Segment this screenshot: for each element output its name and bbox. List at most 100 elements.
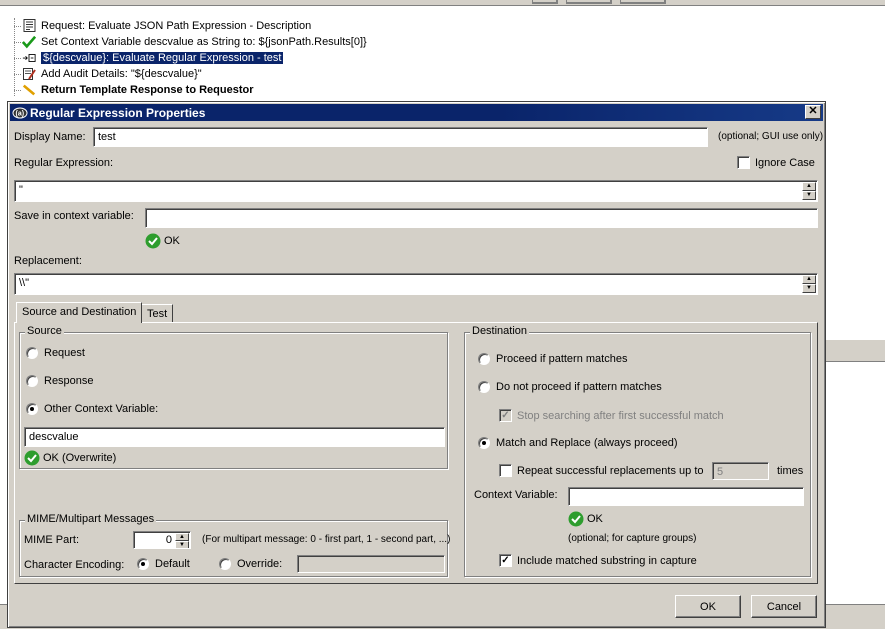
green-check-icon — [22, 35, 36, 49]
down-arrow-icon[interactable]: ▼ — [175, 541, 189, 548]
toolbar-button[interactable] — [566, 0, 612, 4]
radio-circle[interactable] — [478, 353, 490, 365]
stepper-buttons[interactable]: ▲ ▼ — [175, 533, 189, 548]
mime-part-stepper[interactable]: 0 ▲ ▼ — [133, 531, 191, 549]
tree-item-label: Request: Evaluate JSON Path Expression -… — [41, 19, 312, 32]
dialog-titlebar[interactable]: (a) Regular Expression Properties ✕ — [10, 104, 823, 121]
radio-circle[interactable] — [478, 381, 490, 393]
tree-item-set-context[interactable]: Set Context Variable descvalue as String… — [22, 34, 367, 49]
tree-item-label: Set Context Variable descvalue as String… — [41, 35, 367, 48]
regex-properties-dialog: (a) Regular Expression Properties ✕ Disp… — [7, 101, 826, 628]
regex-icon: (a) — [12, 107, 28, 119]
tree-item-label: Add Audit Details: "${descvalue}" — [41, 67, 202, 80]
ok-button[interactable]: OK — [675, 595, 741, 618]
radio-label: Response — [44, 375, 94, 387]
encoding-override-radio[interactable]: Override: — [219, 558, 282, 570]
encoding-override-field[interactable] — [297, 555, 445, 573]
encoding-label: Character Encoding: — [24, 559, 125, 571]
tree-item-request[interactable]: Request: Evaluate JSON Path Expression -… — [22, 18, 311, 33]
repeat-checkbox[interactable]: Repeat successful replacements up to — [499, 464, 704, 477]
audit-icon — [22, 67, 36, 81]
source-response-radio[interactable]: Response — [26, 375, 94, 387]
down-arrow-icon[interactable]: ▼ — [802, 191, 816, 200]
tree-branch — [14, 90, 21, 91]
background-panel-header — [818, 340, 885, 362]
regex-field[interactable]: " ▲ ▼ — [14, 180, 818, 202]
radio-circle[interactable] — [137, 558, 149, 570]
tab-test[interactable]: Test — [141, 304, 174, 323]
replacement-scrollbar[interactable]: ▲ ▼ — [802, 275, 816, 293]
template-icon — [22, 83, 36, 97]
checkbox-label: Include matched substring in capture — [517, 554, 697, 567]
display-name-field[interactable]: test — [93, 127, 708, 147]
radio-circle[interactable] — [26, 375, 38, 387]
up-arrow-icon[interactable]: ▲ — [802, 275, 816, 284]
ignore-case-checkbox[interactable]: Ignore Case — [737, 156, 815, 169]
stop-searching-checkbox[interactable]: ✓ Stop searching after first successful … — [499, 409, 724, 422]
context-variable-field[interactable] — [568, 487, 804, 506]
dest-replace-radio[interactable]: Match and Replace (always proceed) — [478, 437, 678, 449]
source-request-radio[interactable]: Request — [26, 347, 85, 359]
checkbox-box[interactable]: ✓ — [499, 554, 512, 567]
replacement-value: \\" — [19, 277, 30, 289]
dest-not-proceed-radio[interactable]: Do not proceed if pattern matches — [478, 381, 662, 393]
tree-item-return-template[interactable]: Return Template Response to Requestor — [22, 82, 254, 97]
close-button[interactable]: ✕ — [805, 105, 821, 119]
up-arrow-icon[interactable]: ▲ — [175, 533, 189, 541]
regex-label: Regular Expression: — [14, 157, 114, 169]
radio-label: Do not proceed if pattern matches — [496, 381, 662, 393]
replacement-field[interactable]: \\" ▲ ▼ — [14, 273, 818, 295]
down-arrow-icon[interactable]: ▼ — [802, 284, 816, 293]
tree-item-regex[interactable]: ${descvalue}: Evaluate Regular Expressio… — [22, 50, 284, 65]
svg-text:(a): (a) — [16, 110, 25, 117]
status-text: OK — [164, 235, 180, 247]
tree-item-label: Return Template Response to Requestor — [41, 83, 254, 96]
context-status: OK — [568, 511, 603, 527]
radio-label: Request — [44, 347, 85, 359]
up-arrow-icon[interactable]: ▲ — [802, 182, 816, 191]
ok-check-icon — [568, 511, 584, 527]
mime-title: MIME/Multipart Messages — [25, 513, 157, 525]
tree-item-audit[interactable]: Add Audit Details: "${descvalue}" — [22, 66, 202, 81]
tree-guide-line — [14, 18, 15, 96]
include-substring-checkbox[interactable]: ✓ Include matched substring in capture — [499, 554, 697, 567]
mime-group: MIME/Multipart Messages MIME Part: 0 ▲ ▼ … — [19, 513, 450, 577]
tree-item-label: ${descvalue}: Evaluate Regular Expressio… — [41, 51, 284, 64]
tree-branch — [14, 74, 21, 75]
tree-branch — [14, 26, 21, 27]
radio-circle[interactable] — [26, 403, 38, 415]
cancel-button[interactable]: Cancel — [751, 595, 817, 618]
ok-check-icon — [24, 450, 40, 466]
tree-branch — [14, 58, 21, 59]
radio-label: Match and Replace (always proceed) — [496, 437, 678, 449]
checkbox-box[interactable] — [499, 464, 512, 477]
status-text: OK (Overwrite) — [43, 452, 117, 464]
save-context-status: OK — [145, 233, 180, 249]
regex-scrollbar[interactable]: ▲ ▼ — [802, 182, 816, 200]
source-group: Source Request Response Other Context Va… — [19, 325, 448, 469]
mime-part-label: MIME Part: — [24, 534, 80, 546]
checkbox-box[interactable]: ✓ — [499, 409, 512, 422]
repeat-count-field[interactable]: 5 — [712, 462, 769, 480]
encoding-default-radio[interactable]: Default — [137, 558, 190, 570]
destination-group: Destination Proceed if pattern matches D… — [464, 325, 811, 577]
radio-circle[interactable] — [26, 347, 38, 359]
checkbox-label: Stop searching after first successful ma… — [517, 409, 724, 422]
top-toolbar-strip — [0, 0, 885, 6]
regex-icon — [22, 51, 36, 65]
source-variable-field[interactable]: descvalue — [24, 427, 445, 447]
source-other-radio[interactable]: Other Context Variable: — [26, 403, 158, 415]
dest-proceed-radio[interactable]: Proceed if pattern matches — [478, 353, 627, 365]
replacement-label: Replacement: — [14, 255, 82, 267]
times-label: times — [777, 465, 804, 477]
tab-source-destination[interactable]: Source and Destination — [16, 302, 143, 323]
checkbox-box[interactable] — [737, 156, 750, 169]
toolbar-button[interactable] — [532, 0, 558, 4]
checkbox-label: Repeat successful replacements up to — [517, 464, 704, 477]
mime-part-value: 0 — [165, 534, 172, 546]
toolbar-button[interactable] — [620, 0, 666, 4]
radio-circle[interactable] — [219, 558, 231, 570]
radio-circle[interactable] — [478, 437, 490, 449]
save-context-field[interactable] — [145, 208, 818, 228]
document-icon — [22, 19, 36, 33]
